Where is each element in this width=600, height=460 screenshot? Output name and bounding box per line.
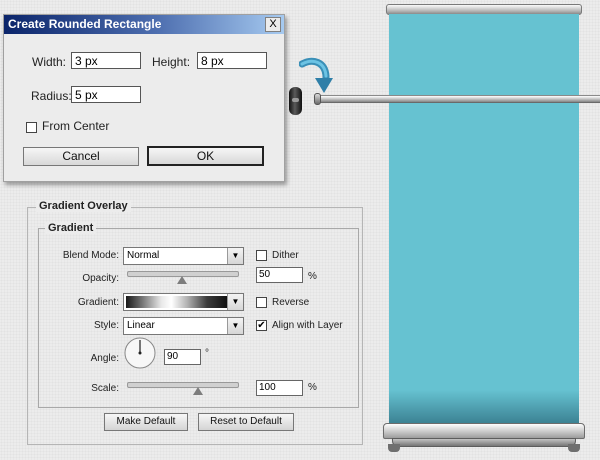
close-button[interactable]: X (265, 17, 281, 32)
cancel-button[interactable]: Cancel (23, 147, 139, 166)
from-center-checkbox[interactable] (26, 122, 37, 133)
dither-checkbox[interactable] (256, 250, 267, 261)
make-default-button[interactable]: Make Default (104, 413, 188, 431)
width-label: Width: (32, 55, 67, 69)
height-field[interactable]: 8 px (197, 52, 267, 69)
gradient-overlay-panel: Gradient Overlay Gradient Blend Mode: No… (27, 200, 363, 445)
gradient-section-title: Gradient (45, 222, 97, 234)
from-center-label: From Center (42, 119, 110, 133)
width-field[interactable]: 3 px (71, 52, 141, 69)
support-pole (317, 95, 600, 103)
gradient-overlay-title: Gradient Overlay (36, 200, 131, 212)
insert-arrow-icon (299, 57, 333, 93)
banner-base-foot (392, 438, 576, 447)
opacity-unit: % (308, 271, 317, 282)
align-with-layer-label: Align with Layer (272, 320, 343, 331)
style-label: Style: (93, 320, 119, 331)
reverse-label: Reverse (272, 297, 310, 308)
pole-socket-highlight (292, 98, 299, 102)
height-label: Height: (152, 55, 191, 69)
angle-unit: ° (205, 348, 209, 359)
chevron-down-icon[interactable]: ▼ (227, 318, 243, 334)
banner-right-foot (568, 444, 580, 452)
banner-left-foot (388, 444, 400, 452)
scale-field[interactable]: 100 (256, 380, 303, 396)
banner-base (383, 423, 585, 439)
dialog-title-bar[interactable]: Create Rounded Rectangle X (4, 15, 284, 34)
gradient-picker[interactable]: ▼ (123, 293, 244, 311)
opacity-label: Opacity: (82, 273, 119, 284)
scale-slider-thumb[interactable] (192, 387, 203, 395)
style-select[interactable]: Linear ▼ (123, 317, 244, 335)
blend-mode-label: Blend Mode: (62, 250, 119, 261)
align-with-layer-checkbox[interactable]: ✔ (256, 320, 267, 331)
dialog-title: Create Rounded Rectangle (8, 17, 162, 31)
gradient-section: Gradient Blend Mode: Normal ▼ Dither Opa… (38, 222, 359, 408)
ok-button[interactable]: OK (147, 146, 264, 166)
chevron-down-icon[interactable]: ▼ (227, 294, 243, 310)
scale-slider[interactable] (127, 382, 239, 388)
banner-surface (389, 14, 579, 426)
opacity-slider-thumb[interactable] (177, 276, 187, 284)
angle-field[interactable]: 90 (164, 349, 201, 365)
radius-label: Radius: (31, 89, 72, 103)
blend-mode-select[interactable]: Normal ▼ (123, 247, 244, 265)
angle-dial[interactable] (123, 336, 157, 370)
blend-mode-value: Normal (127, 250, 160, 261)
reverse-checkbox[interactable] (256, 297, 267, 308)
style-value: Linear (127, 320, 155, 331)
reset-to-default-button[interactable]: Reset to Default (198, 413, 294, 431)
radius-field[interactable]: 5 px (71, 86, 141, 103)
chevron-down-icon[interactable]: ▼ (227, 248, 243, 264)
scale-unit: % (308, 382, 317, 393)
opacity-field[interactable]: 50 (256, 267, 303, 283)
scale-label: Scale: (91, 383, 119, 394)
gradient-label: Gradient: (77, 297, 119, 308)
create-rounded-rectangle-dialog: Create Rounded Rectangle X Width: 3 px H… (3, 14, 285, 182)
gradient-preview[interactable] (126, 296, 227, 308)
dither-label: Dither (272, 250, 299, 261)
banner-bottom-shade (389, 390, 579, 426)
angle-label: Angle: (90, 353, 119, 364)
